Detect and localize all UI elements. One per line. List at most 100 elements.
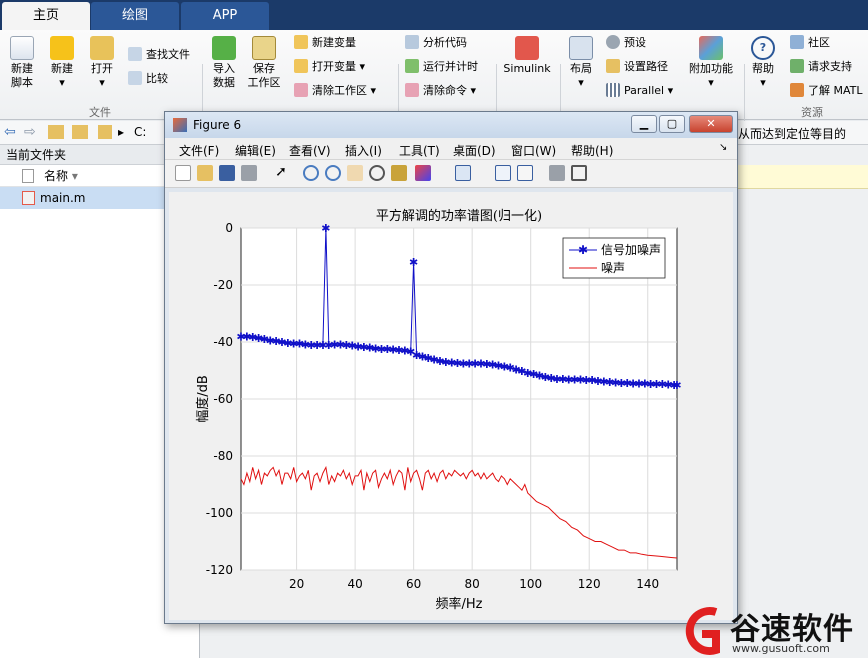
tab-home[interactable]: 主页	[2, 2, 90, 30]
help-button[interactable]: ? 帮助 ▾	[748, 36, 778, 90]
new-figure-icon[interactable]	[175, 165, 191, 181]
data-point-marker: ✱	[409, 256, 418, 269]
plus-icon	[50, 36, 74, 60]
legend-label-noise: 噪声	[601, 261, 625, 275]
brush-icon[interactable]	[415, 165, 431, 181]
rotate-3d-icon[interactable]	[369, 165, 385, 181]
menu-edit[interactable]: 编辑(E)	[235, 142, 276, 159]
forward-arrow-icon[interactable]: ⇨	[24, 124, 36, 140]
data-cursor-icon[interactable]	[391, 165, 407, 181]
community-icon	[790, 35, 804, 49]
compare-button[interactable]: 比较	[128, 70, 168, 88]
request-support-label: 请求支持	[808, 60, 852, 73]
y-axis-label: 幅度/dB	[195, 375, 211, 423]
figure-title-bar[interactable]: Figure 6 ▁ ▢ ✕	[165, 112, 737, 138]
new-button[interactable]: 新建 ▾	[46, 36, 78, 90]
run-and-time-label: 运行并计时	[423, 60, 478, 73]
menu-dock-arrow-icon[interactable]: ↘	[719, 142, 727, 153]
legend-icon[interactable]	[517, 165, 533, 181]
matlab-logo-icon	[173, 118, 187, 132]
y-tick-label: -20	[213, 278, 233, 292]
breadcrumb-drive[interactable]: C:	[134, 125, 146, 139]
link-plot-icon[interactable]	[455, 165, 471, 181]
new-script-label: 新建 脚本	[11, 62, 33, 89]
open-button[interactable]: 打开 ▾	[86, 36, 118, 90]
import-data-button[interactable]: 导入 数据	[208, 36, 240, 90]
x-tick-label: 140	[636, 577, 659, 591]
tab-plots[interactable]: 绘图	[91, 2, 179, 30]
back-arrow-icon[interactable]: ⇦	[4, 124, 16, 140]
menu-file[interactable]: 文件(F)	[179, 142, 219, 159]
matlab-file-icon	[22, 191, 35, 205]
parallel-button[interactable]: Parallel ▾	[606, 82, 673, 100]
plot-canvas: 20 40 60 80 100 120 140 0 -20 -40 -60 -80 -100 -120 ✱…	[169, 192, 733, 620]
chevron-down-icon: ▾	[708, 76, 714, 89]
clear-workspace-button[interactable]: 清除工作区 ▾	[294, 82, 376, 100]
colorbar-icon[interactable]	[495, 165, 511, 181]
simulink-icon	[515, 36, 539, 60]
x-tick-label: 20	[289, 577, 304, 591]
new-script-button[interactable]: 新建 脚本	[6, 36, 38, 90]
new-variable-icon	[294, 35, 308, 49]
learn-matlab-button[interactable]: 了解 MATL	[790, 82, 863, 100]
request-support-button[interactable]: 请求支持	[790, 58, 852, 76]
zoom-in-icon[interactable]	[303, 165, 319, 181]
file-name: main.m	[40, 191, 86, 205]
browse-folder-icon[interactable]	[72, 125, 88, 139]
simulink-button[interactable]: Simulink	[502, 36, 552, 76]
tab-apps[interactable]: APP	[181, 2, 269, 30]
menu-desktop[interactable]: 桌面(D)	[453, 142, 496, 159]
open-variable-button[interactable]: 打开变量 ▾	[294, 58, 365, 76]
hide-plot-tools-icon[interactable]	[549, 165, 565, 181]
zoom-out-icon[interactable]	[325, 165, 341, 181]
menu-view[interactable]: 查看(V)	[289, 142, 331, 159]
open-file-icon[interactable]	[197, 165, 213, 181]
analyze-code-label: 分析代码	[423, 36, 467, 49]
pan-hand-icon[interactable]	[347, 165, 363, 181]
run-and-time-button[interactable]: 运行并计时	[405, 58, 478, 76]
maximize-button[interactable]: ▢	[659, 115, 685, 133]
find-files-button[interactable]: 查找文件	[128, 46, 190, 64]
help-label: 帮助	[752, 62, 774, 75]
run-time-icon	[405, 59, 419, 73]
layout-button[interactable]: 布局 ▾	[566, 36, 596, 90]
new-variable-button[interactable]: 新建变量	[294, 34, 356, 52]
chevron-down-icon: ▾	[99, 76, 105, 89]
x-tick-label: 40	[347, 577, 362, 591]
print-icon[interactable]	[241, 165, 257, 181]
minimize-button[interactable]: ▁	[631, 115, 657, 133]
eraser-icon	[405, 83, 419, 97]
parallel-label: Parallel	[624, 84, 665, 97]
preferences-button[interactable]: 预设	[606, 34, 646, 52]
power-spectrum-plot: 20 40 60 80 100 120 140 0 -20 -40 -60 -80 -100 -120 ✱…	[195, 208, 682, 612]
menu-insert[interactable]: 插入(I)	[345, 142, 382, 159]
y-tick-label: 0	[225, 221, 233, 235]
chevron-down-icon: ▾	[370, 84, 377, 97]
simulink-label: Simulink	[503, 62, 551, 75]
save-workspace-button[interactable]: 保存 工作区	[246, 36, 282, 90]
analyze-code-button[interactable]: 分析代码	[405, 34, 467, 52]
menu-window[interactable]: 窗口(W)	[511, 142, 556, 159]
x-tick-label: 100	[519, 577, 542, 591]
pointer-icon[interactable]: ➚	[273, 165, 289, 181]
menu-help[interactable]: 帮助(H)	[571, 142, 613, 159]
set-path-button[interactable]: 设置路径	[606, 58, 668, 76]
save-icon[interactable]	[219, 165, 235, 181]
eraser-icon	[294, 83, 308, 97]
clear-workspace-label: 清除工作区	[312, 84, 367, 97]
community-button[interactable]: 社区	[790, 34, 830, 52]
group-label-resources: 资源	[801, 106, 823, 119]
x-tick-label: 80	[465, 577, 480, 591]
compare-icon	[128, 71, 142, 85]
y-tick-label: -80	[213, 449, 233, 463]
show-plot-tools-icon[interactable]	[571, 165, 587, 181]
support-icon	[790, 59, 804, 73]
menu-tools[interactable]: 工具(T)	[399, 142, 440, 159]
addons-button[interactable]: 附加功能 ▾	[688, 36, 734, 90]
close-button[interactable]: ✕	[689, 115, 733, 133]
up-folder-icon[interactable]	[48, 125, 64, 139]
community-label: 社区	[808, 36, 830, 49]
open-variable-label: 打开变量	[312, 60, 356, 73]
clear-commands-button[interactable]: 清除命令 ▾	[405, 82, 476, 100]
plot-legend[interactable]: ✱ 信号加噪声 噪声	[562, 237, 666, 279]
